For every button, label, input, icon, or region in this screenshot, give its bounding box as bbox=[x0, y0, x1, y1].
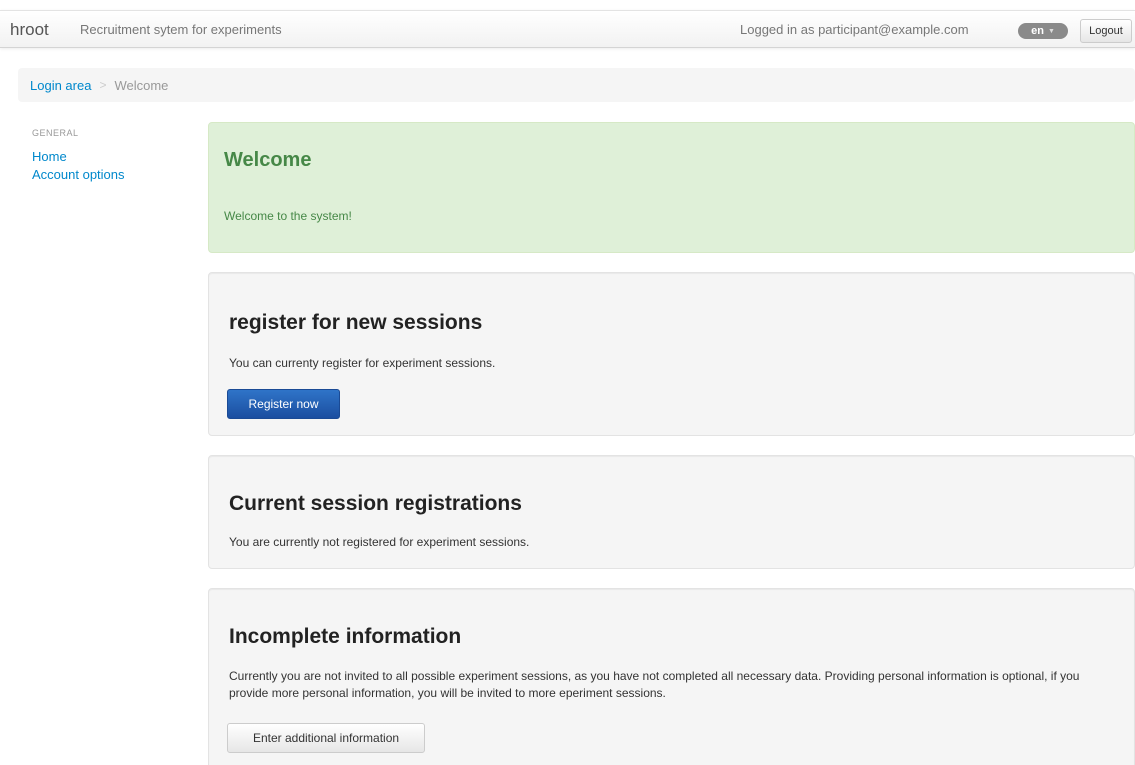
incomplete-info-text: Currently you are not invited to all pos… bbox=[229, 669, 1080, 700]
logout-button[interactable]: Logout bbox=[1080, 19, 1132, 43]
current-registrations-panel: Current session registrations You are cu… bbox=[208, 455, 1135, 569]
sidebar: GENERAL Home Account options bbox=[32, 128, 192, 184]
current-registrations-text: You are currently not registered for exp… bbox=[229, 535, 530, 549]
logged-in-status: Logged in as participant@example.com bbox=[740, 22, 969, 37]
welcome-panel: Welcome Welcome to the system! bbox=[208, 122, 1135, 253]
enter-additional-info-button[interactable]: Enter additional information bbox=[227, 723, 425, 753]
language-dropdown[interactable]: en ▼ bbox=[1018, 23, 1068, 39]
sidebar-item-account-options[interactable]: Account options bbox=[32, 166, 192, 184]
app-tagline: Recruitment sytem for experiments bbox=[80, 22, 282, 37]
breadcrumb-divider: > bbox=[99, 78, 107, 92]
welcome-title: Welcome bbox=[224, 149, 312, 171]
breadcrumb: Login area > Welcome bbox=[18, 68, 1135, 102]
language-label: en bbox=[1031, 25, 1044, 37]
register-title: register for new sessions bbox=[229, 311, 483, 334]
breadcrumb-login-area[interactable]: Login area bbox=[30, 78, 91, 93]
incomplete-info-title: Incomplete information bbox=[229, 625, 462, 648]
top-navbar: hroot Recruitment sytem for experiments … bbox=[0, 10, 1135, 48]
sidebar-item-home[interactable]: Home bbox=[32, 148, 192, 166]
welcome-message: Welcome to the system! bbox=[224, 209, 352, 223]
sidebar-header: GENERAL bbox=[32, 128, 79, 138]
current-registrations-title: Current session registrations bbox=[229, 492, 522, 515]
register-panel: register for new sessions You can curren… bbox=[208, 272, 1135, 436]
chevron-down-icon: ▼ bbox=[1047, 27, 1055, 35]
register-now-button[interactable]: Register now bbox=[227, 389, 340, 419]
breadcrumb-current: Welcome bbox=[114, 77, 169, 93]
brand-logo[interactable]: hroot bbox=[10, 20, 49, 40]
register-text: You can currenty register for experiment… bbox=[229, 356, 496, 370]
incomplete-info-panel: Incomplete information Currently you are… bbox=[208, 588, 1135, 765]
